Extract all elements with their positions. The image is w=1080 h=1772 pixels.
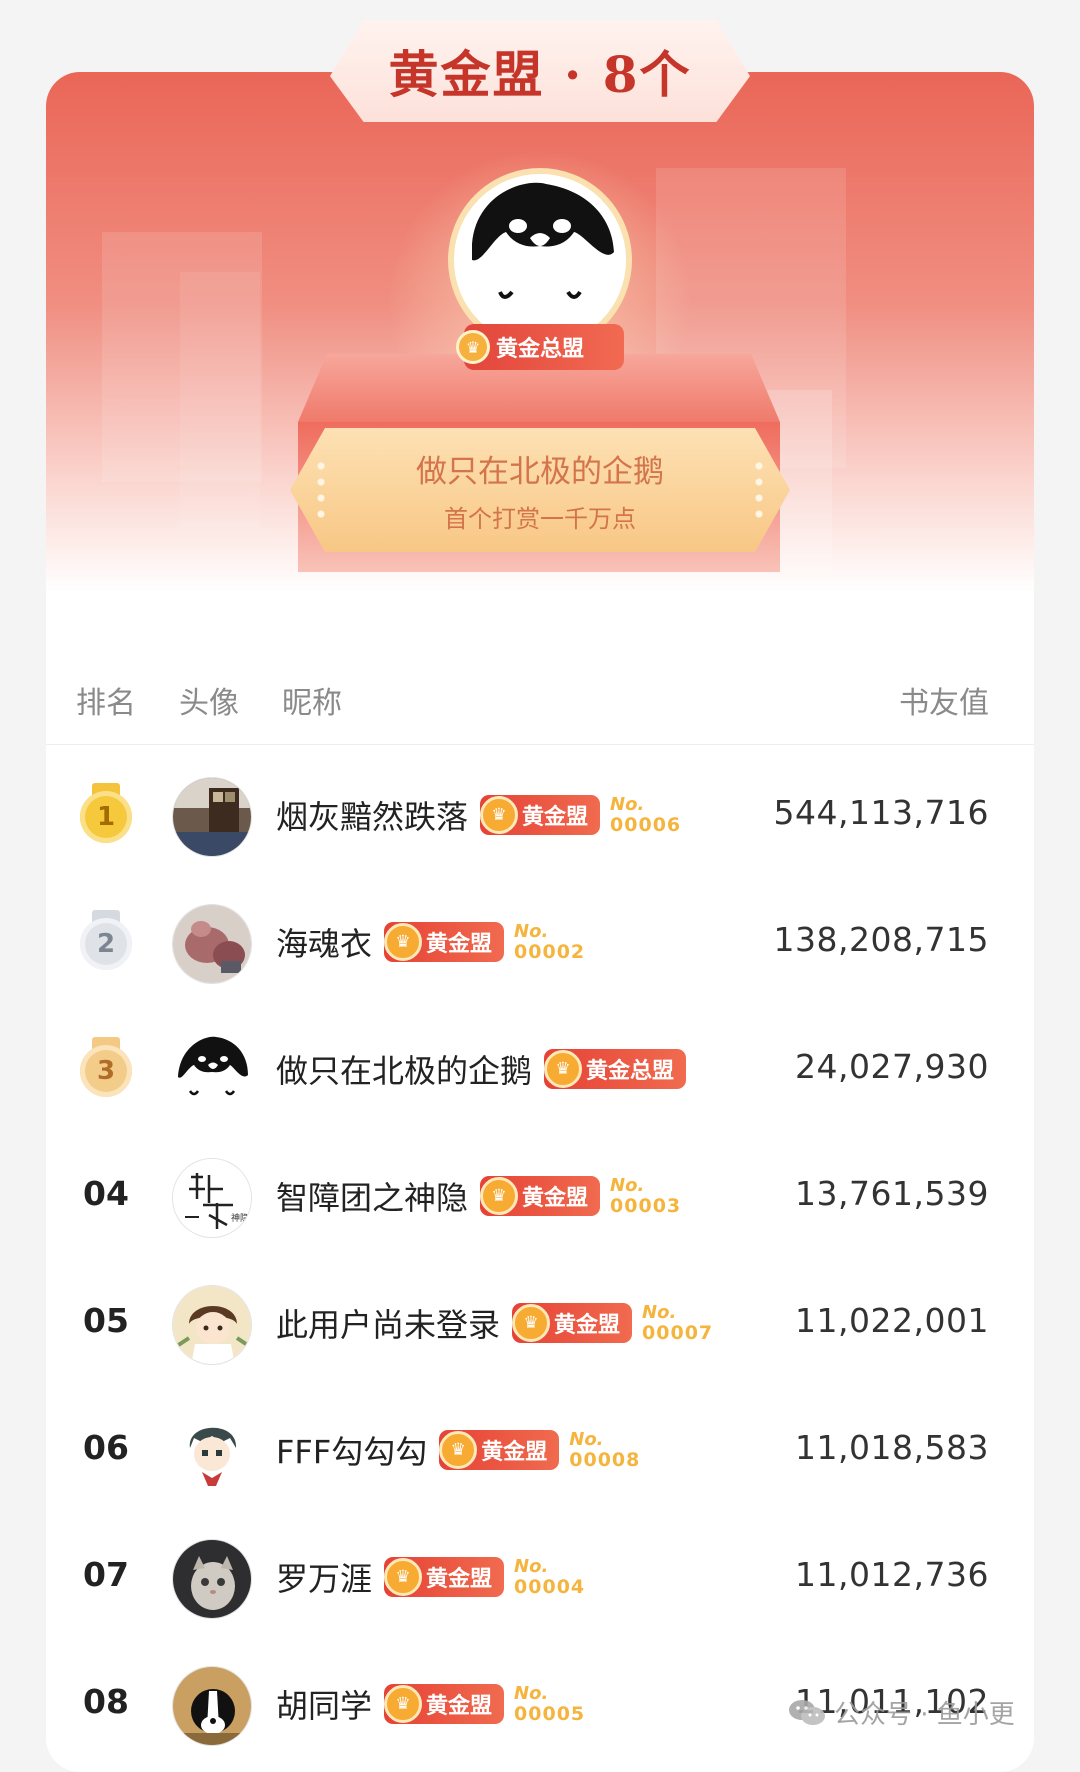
gold-alliance-badge: ♛ 黄金盟	[384, 922, 505, 962]
top-user-badge: ♛ 黄金总盟	[456, 324, 624, 370]
gold-medal-icon: 1	[80, 783, 132, 843]
nickname[interactable]: 胡同学	[276, 1681, 372, 1727]
wechat-icon	[788, 1698, 826, 1728]
rank-number: 08	[83, 1682, 129, 1721]
serial-number: No. 00004	[514, 1555, 586, 1598]
table-row[interactable]: 07 罗万涯 ♛ 黄金盟 No. 00004 11,012,736	[46, 1515, 1034, 1642]
serial-number: No. 00007	[642, 1301, 714, 1344]
top-user-name[interactable]: 做只在北极的企鹅	[416, 446, 664, 491]
table-row[interactable]: 04 神隐 智障团之神隐 ♛ 黄金盟 No. 00003 13,761,539	[46, 1134, 1034, 1261]
page-title: 黄金盟 · 8个	[330, 20, 750, 122]
nickname[interactable]: FFF勾勾勾	[276, 1427, 427, 1473]
gold-alliance-badge: ♛ 黄金盟	[512, 1303, 633, 1343]
gold-alliance-badge: ♛ 黄金盟	[384, 1684, 505, 1724]
rank-number: 04	[83, 1174, 129, 1213]
fan-value: 13,761,539	[795, 1174, 989, 1213]
avatar[interactable]	[172, 1539, 252, 1619]
gold-alliance-card: ♛ 黄金总盟 做只在北极的企鹅 首个打赏一千万点 排名 头像 昵称 书友值 1	[46, 72, 1034, 1772]
table-row[interactable]: 2 海魂衣 ♛ 黄金盟 No. 00002 138,208,715	[46, 880, 1034, 1007]
gold-alliance-badge: ♛ 黄金盟	[439, 1430, 560, 1470]
fan-value: 11,022,001	[795, 1301, 989, 1340]
table-header: 排名 头像 昵称 书友值	[46, 652, 1034, 745]
fan-value: 11,018,583	[795, 1428, 989, 1467]
fan-value: 11,012,736	[795, 1555, 989, 1594]
nickname[interactable]: 此用户尚未登录	[276, 1300, 500, 1346]
nickname[interactable]: 烟灰黯然跌落	[276, 792, 468, 838]
avatar[interactable]	[172, 904, 252, 984]
rank-number: 06	[83, 1428, 129, 1467]
gold-total-alliance-badge: ♛ 黄金总盟	[544, 1049, 687, 1089]
bronze-medal-icon: 3	[80, 1037, 132, 1097]
crown-icon: ♛	[480, 1177, 519, 1215]
top-user-note: 首个打赏一千万点	[444, 505, 636, 533]
serial-number: No. 00005	[514, 1682, 586, 1725]
watermark: 公众号 · 鱼小更	[788, 1694, 1015, 1731]
serial-number: No. 00008	[569, 1428, 641, 1471]
nickname[interactable]: 海魂衣	[276, 919, 372, 965]
avatar[interactable]	[172, 1285, 252, 1365]
column-rank: 排名	[76, 686, 136, 721]
avatar[interactable]: 神隐	[172, 1158, 252, 1238]
rank-number: 07	[83, 1555, 129, 1594]
crown-icon: ♛	[480, 796, 519, 834]
column-value: 书友值	[899, 686, 989, 721]
crown-icon: ♛	[544, 1050, 583, 1088]
table-row[interactable]: 1 烟灰黯然跌落 ♛ 黄金盟 No. 00006 544,113,716	[46, 753, 1034, 880]
nickname[interactable]: 做只在北极的企鹅	[276, 1046, 532, 1092]
serial-number: No. 00002	[514, 920, 586, 963]
silver-medal-icon: 2	[80, 910, 132, 970]
crown-icon: ♛	[456, 330, 490, 364]
table-row[interactable]: 05 此用户尚未登录 ♛ 黄金盟 No. 00007 11,022,001	[46, 1261, 1034, 1388]
table-row[interactable]: 3 做只在北极的企鹅 ♛ 黄金总盟 24,027,930	[46, 1007, 1034, 1134]
fan-value: 138,208,715	[773, 920, 989, 959]
gold-alliance-badge: ♛ 黄金盟	[480, 1176, 601, 1216]
avatar[interactable]	[172, 1031, 252, 1111]
avatar[interactable]	[172, 1666, 252, 1746]
serial-number: No. 00003	[610, 1174, 682, 1217]
crown-icon: ♛	[384, 1685, 423, 1723]
avatar[interactable]	[172, 777, 252, 857]
avatar[interactable]	[172, 1412, 252, 1492]
hero-banner: ♛ 黄金总盟 做只在北极的企鹅 首个打赏一千万点	[46, 72, 1034, 592]
column-nickname: 昵称	[282, 686, 342, 721]
nickname[interactable]: 智障团之神隐	[276, 1173, 468, 1219]
rank-number: 05	[83, 1301, 129, 1340]
crown-icon: ♛	[512, 1304, 551, 1342]
serial-number: No. 00006	[610, 793, 682, 836]
top-user-ribbon: 做只在北极的企鹅 首个打赏一千万点	[290, 428, 790, 552]
crown-icon: ♛	[384, 1558, 423, 1596]
gold-alliance-badge: ♛ 黄金盟	[384, 1557, 505, 1597]
svg-text:神隐: 神隐	[231, 1212, 249, 1224]
table-row[interactable]: 06 FFF勾勾勾 ♛ 黄金盟 No. 00008 11,018,583	[46, 1388, 1034, 1515]
fan-value: 544,113,716	[773, 793, 989, 832]
crown-icon: ♛	[439, 1431, 478, 1469]
gold-alliance-badge: ♛ 黄金盟	[480, 795, 601, 835]
nickname[interactable]: 罗万涯	[276, 1554, 372, 1600]
fan-value: 24,027,930	[795, 1047, 989, 1086]
crown-icon: ♛	[384, 923, 423, 961]
column-avatar: 头像	[179, 686, 239, 721]
